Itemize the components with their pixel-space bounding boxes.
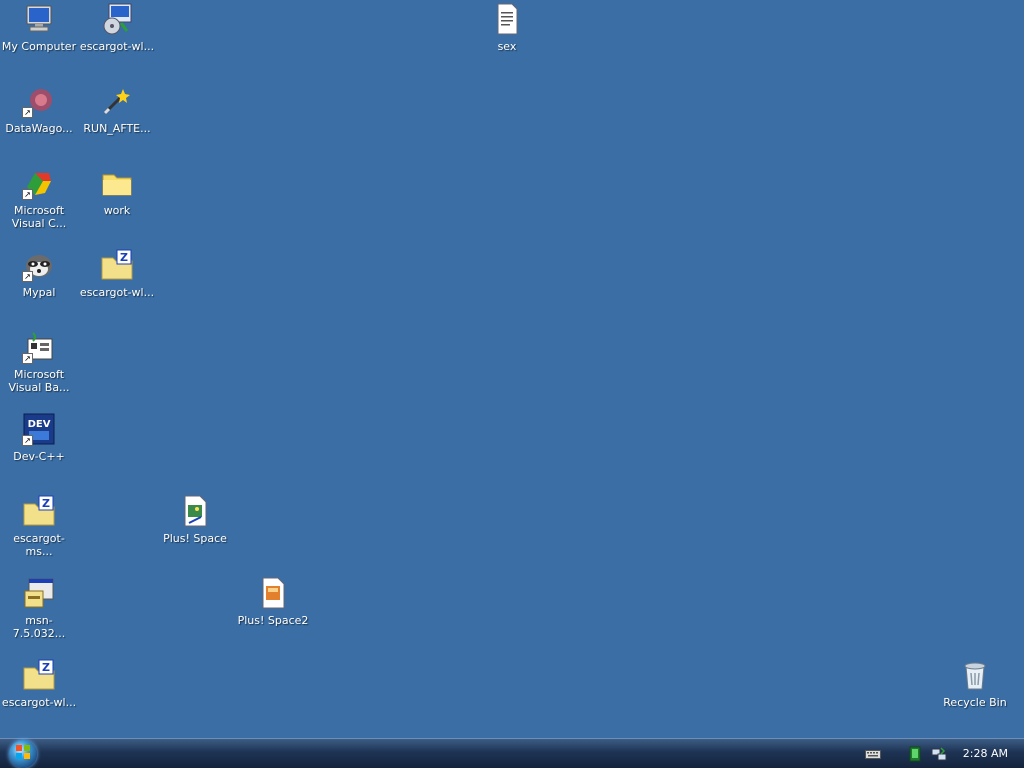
work-folder[interactable]: work bbox=[79, 167, 155, 217]
dev-cpp-icon: DEV ↗ bbox=[22, 413, 55, 446]
recycle-bin-icon bbox=[959, 659, 991, 691]
escargot-wl-zip-1[interactable]: Z escargot-wl... bbox=[79, 249, 155, 299]
windows-logo-icon bbox=[15, 744, 31, 764]
escargot-wl-setup-label: escargot-wl... bbox=[79, 40, 155, 53]
network-connection-icon[interactable] bbox=[931, 746, 947, 762]
msn-installer[interactable]: msn-7.5.032... bbox=[1, 577, 77, 640]
visual-basic-icon: ↗ bbox=[22, 331, 55, 364]
ms-visual-c-label: Microsoft Visual C... bbox=[11, 204, 67, 230]
escargot-wl-label: escargot-wl... bbox=[1, 696, 77, 709]
datawagon-label: DataWago... bbox=[5, 122, 73, 135]
shortcut-arrow-icon: ↗ bbox=[22, 107, 33, 118]
my-computer-icon-shortcut[interactable]: My Computer bbox=[1, 3, 77, 53]
escargot-wl-label: escargot-wl... bbox=[79, 286, 155, 299]
run-after-label: RUN_AFTE... bbox=[83, 122, 151, 135]
image-file-icon bbox=[179, 495, 211, 527]
clock[interactable]: 2:28 AM bbox=[963, 747, 1008, 760]
svg-text:DEV: DEV bbox=[28, 419, 51, 430]
recycle-bin-label: Recycle Bin bbox=[943, 696, 1007, 709]
network-icon[interactable] bbox=[907, 746, 923, 762]
escargot-ms-zip[interactable]: Z escargot-ms... bbox=[1, 495, 77, 558]
mypal-label: Mypal bbox=[22, 286, 56, 299]
theme-file-icon bbox=[257, 577, 289, 609]
setup-installer-icon bbox=[101, 3, 133, 35]
plus-space[interactable]: Plus! Space bbox=[157, 495, 233, 545]
dev-cpp-label: Dev-C++ bbox=[13, 450, 65, 463]
datawagon-icon: ↗ bbox=[22, 85, 55, 118]
sex-file-label: sex bbox=[497, 40, 517, 53]
work-folder-label: work bbox=[103, 204, 131, 217]
shortcut-arrow-icon: ↗ bbox=[22, 353, 33, 364]
zip-folder-icon: Z bbox=[101, 249, 133, 281]
keyboard-icon[interactable] bbox=[864, 746, 881, 762]
raccoon-icon: ↗ bbox=[22, 249, 55, 282]
svg-text:Z: Z bbox=[42, 661, 50, 674]
svg-text:Z: Z bbox=[42, 497, 50, 510]
mypal-shortcut[interactable]: ↗ Mypal bbox=[1, 249, 77, 299]
ms-visual-basic-shortcut[interactable]: ↗ Microsoft Visual Ba... bbox=[1, 331, 77, 394]
plus-space-label: Plus! Space bbox=[163, 532, 227, 545]
zip-folder-icon: Z bbox=[23, 495, 55, 527]
sex-text-file[interactable]: sex bbox=[469, 3, 545, 53]
ms-visual-c-shortcut[interactable]: ↗ Microsoft Visual C... bbox=[1, 167, 77, 230]
run-after[interactable]: RUN_AFTE... bbox=[79, 85, 155, 135]
system-tray: 2:28 AM bbox=[861, 739, 1024, 768]
shortcut-arrow-icon: ↗ bbox=[22, 189, 33, 200]
svg-text:Z: Z bbox=[120, 251, 128, 264]
my-computer-label: My Computer bbox=[1, 40, 77, 53]
ms-visual-basic-label: Microsoft Visual Ba... bbox=[8, 368, 70, 394]
plus-space2[interactable]: Plus! Space2 bbox=[235, 577, 311, 627]
escargot-wl-zip-2[interactable]: Z escargot-wl... bbox=[1, 659, 77, 709]
msn-installer-label: msn-7.5.032... bbox=[12, 614, 66, 640]
taskbar: 2:28 AM bbox=[0, 738, 1024, 768]
datawagon-shortcut[interactable]: ↗ DataWago... bbox=[1, 85, 77, 135]
zip-folder-icon: Z bbox=[23, 659, 55, 691]
magic-wand-icon bbox=[101, 85, 133, 117]
recycle-bin[interactable]: Recycle Bin bbox=[937, 659, 1013, 709]
folder-icon bbox=[101, 167, 133, 199]
escargot-wl-setup[interactable]: escargot-wl... bbox=[79, 3, 155, 53]
desktop[interactable]: My Computer ↗ DataWago... ↗ Microsoft Vi… bbox=[0, 0, 1024, 738]
plus-space2-label: Plus! Space2 bbox=[237, 614, 309, 627]
installer-icon bbox=[23, 577, 55, 609]
dev-cpp-shortcut[interactable]: DEV ↗ Dev-C++ bbox=[1, 413, 77, 463]
escargot-ms-label: escargot-ms... bbox=[13, 532, 65, 558]
shortcut-arrow-icon: ↗ bbox=[22, 435, 33, 446]
shortcut-arrow-icon: ↗ bbox=[22, 271, 33, 282]
text-document-icon bbox=[491, 3, 523, 35]
visual-c-icon: ↗ bbox=[22, 167, 55, 200]
computer-icon bbox=[23, 3, 55, 35]
start-button[interactable] bbox=[9, 740, 37, 768]
